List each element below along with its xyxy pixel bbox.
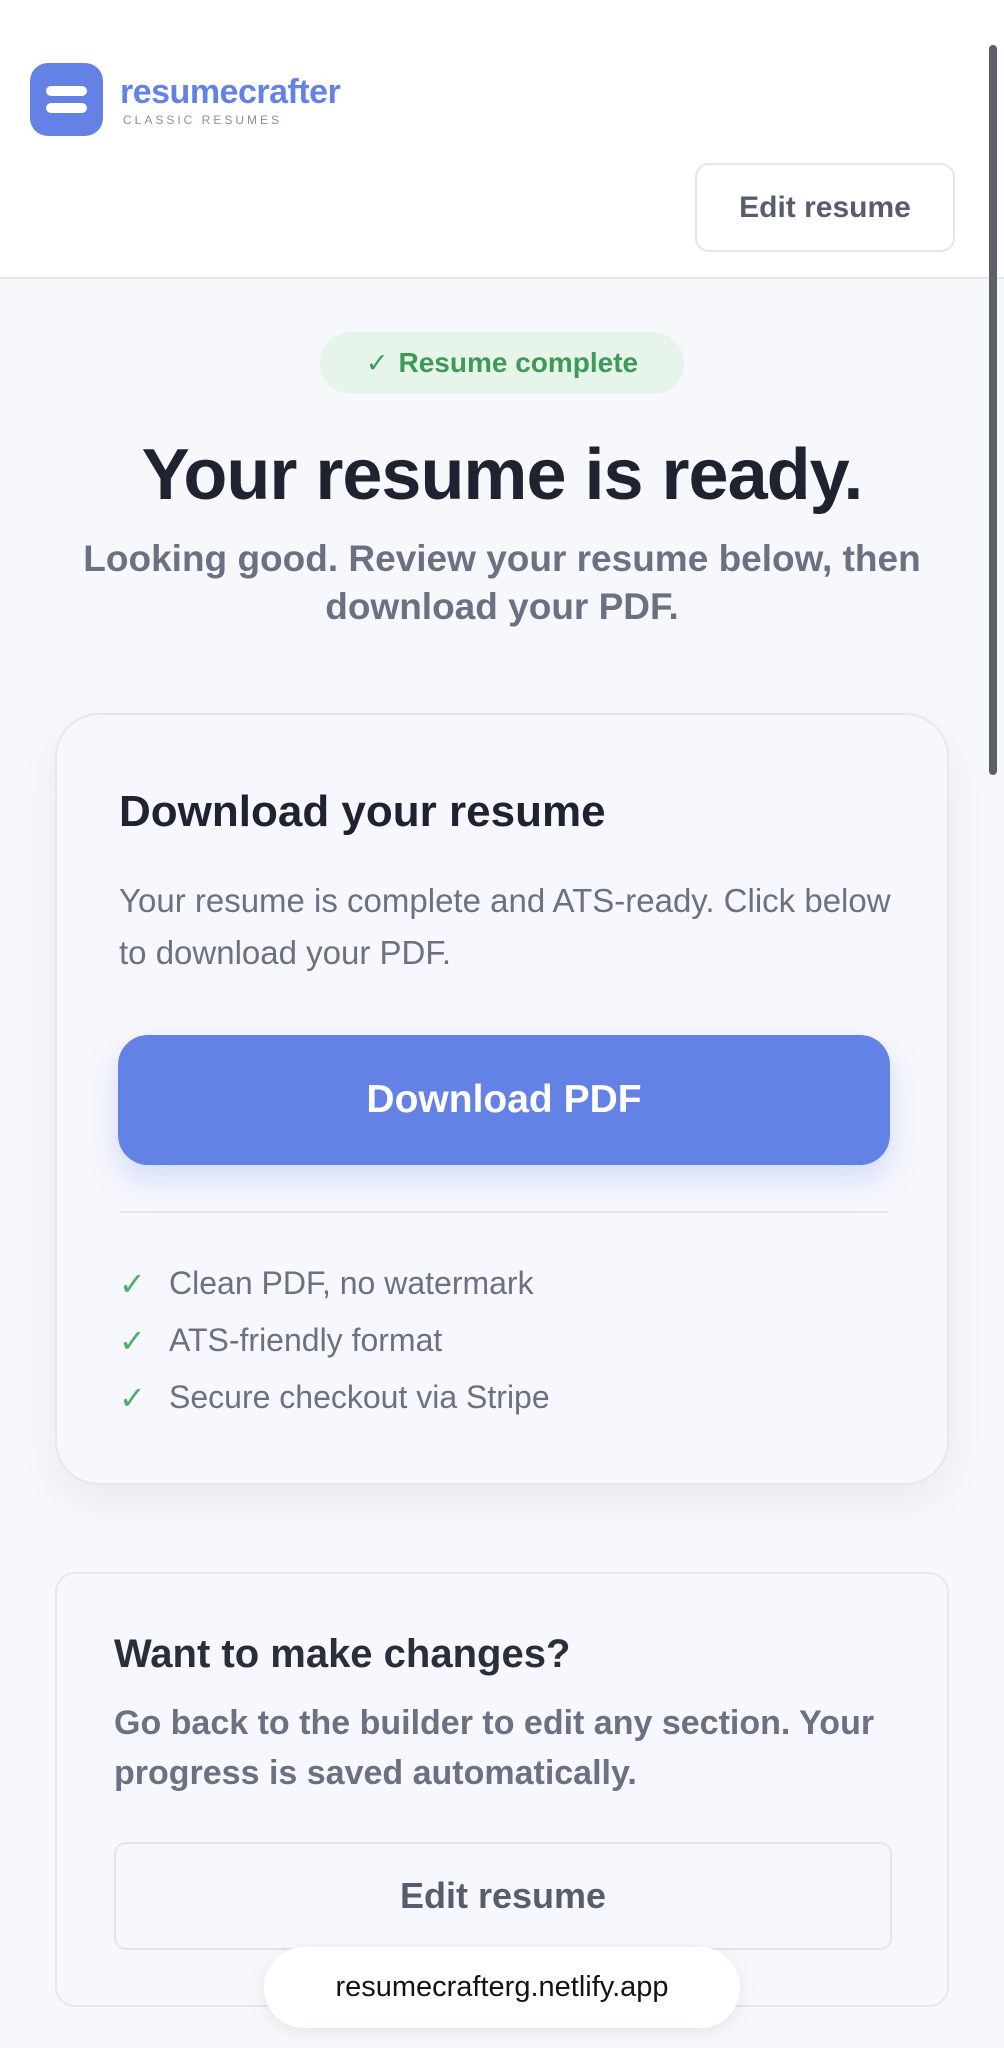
badge-label: Resume complete <box>398 347 639 378</box>
check-icon: ✓ <box>365 347 389 378</box>
feature-list: ✓ Clean PDF, no watermark ✓ ATS-friendly… <box>119 1255 550 1426</box>
logo-bar <box>46 103 87 113</box>
resume-complete-badge: ✓ Resume complete <box>320 332 684 394</box>
check-icon: ✓ <box>119 1265 146 1302</box>
divider <box>119 1211 889 1213</box>
check-icon: ✓ <box>119 1379 146 1416</box>
make-changes-card: Want to make changes? Go back to the bui… <box>55 1572 949 2007</box>
feature-label: Clean PDF, no watermark <box>169 1265 534 1301</box>
download-pdf-button[interactable]: Download PDF <box>118 1035 890 1165</box>
feature-item: ✓ Clean PDF, no watermark <box>119 1255 550 1312</box>
page: resumecrafter CLASSIC RESUMES Edit resum… <box>0 0 1004 2048</box>
check-icon: ✓ <box>119 1322 146 1359</box>
logo-bar <box>46 86 87 96</box>
edit-resume-button[interactable]: Edit resume <box>114 1842 892 1950</box>
brand-logo[interactable]: resumecrafter CLASSIC RESUMES <box>30 63 341 136</box>
edit-resume-header-button[interactable]: Edit resume <box>695 163 955 252</box>
app-header: resumecrafter CLASSIC RESUMES Edit resum… <box>0 0 1004 279</box>
brand-text: resumecrafter CLASSIC RESUMES <box>120 72 341 127</box>
download-card: Download your resume Your resume is comp… <box>55 713 949 1485</box>
feature-item: ✓ ATS-friendly format <box>119 1312 550 1369</box>
feature-label: ATS-friendly format <box>169 1322 443 1358</box>
page-title: Your resume is ready. <box>141 435 864 515</box>
brand-tagline: CLASSIC RESUMES <box>123 112 283 127</box>
logo-mark-icon <box>30 63 103 136</box>
feature-item: ✓ Secure checkout via Stripe <box>119 1369 550 1426</box>
make-changes-title: Want to make changes? <box>114 1632 571 1676</box>
page-scrollbar[interactable] <box>989 45 997 775</box>
make-changes-description: Go back to the builder to edit any secti… <box>114 1704 875 1792</box>
download-card-description: Your resume is complete and ATS-ready. C… <box>119 882 891 971</box>
download-card-title: Download your resume <box>119 787 606 836</box>
feature-label: Secure checkout via Stripe <box>169 1379 550 1415</box>
browser-url-bar[interactable]: resumecrafterg.netlify.app <box>264 1947 740 2028</box>
brand-name: resumecrafter <box>120 72 341 111</box>
page-subtitle: Looking good. Review your resume below, … <box>83 538 921 627</box>
